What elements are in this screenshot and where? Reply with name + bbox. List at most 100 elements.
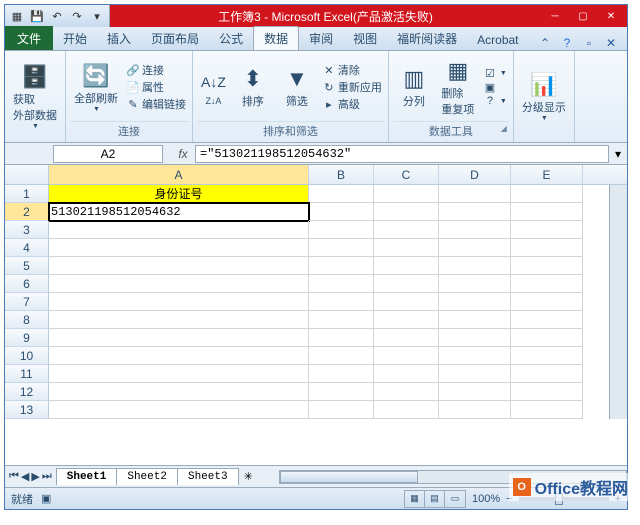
cell[interactable]: [374, 311, 439, 329]
cell[interactable]: [511, 401, 583, 419]
cell[interactable]: [374, 383, 439, 401]
row-header[interactable]: 3: [5, 221, 49, 239]
normal-view-button[interactable]: ▦: [405, 491, 425, 507]
row-header[interactable]: 7: [5, 293, 49, 311]
cell[interactable]: [439, 275, 511, 293]
fx-button[interactable]: fx: [171, 147, 195, 161]
advanced-button[interactable]: ▸高级: [320, 96, 384, 112]
cell[interactable]: [439, 185, 511, 203]
sort-az-button[interactable]: A↓Z Z↓A: [197, 66, 230, 108]
remove-duplicates-button[interactable]: ▦ 删除 重复项: [437, 55, 479, 119]
row-header[interactable]: 12: [5, 383, 49, 401]
tab-view[interactable]: 视图: [343, 27, 387, 50]
cell[interactable]: [309, 293, 374, 311]
minimize-ribbon-icon[interactable]: ⌃: [537, 36, 553, 50]
cell[interactable]: [439, 203, 511, 221]
row-header[interactable]: 9: [5, 329, 49, 347]
sort-button[interactable]: ⬍ 排序: [232, 63, 274, 111]
tab-insert[interactable]: 插入: [97, 27, 141, 50]
cell[interactable]: [511, 221, 583, 239]
reapply-button[interactable]: ↻重新应用: [320, 79, 384, 95]
cell[interactable]: [309, 239, 374, 257]
cell[interactable]: [511, 383, 583, 401]
cell[interactable]: [49, 257, 309, 275]
cell[interactable]: [439, 365, 511, 383]
cell[interactable]: [309, 401, 374, 419]
cell[interactable]: [49, 275, 309, 293]
launcher-icon[interactable]: ◢: [501, 124, 507, 133]
cell[interactable]: [309, 203, 374, 221]
select-all-corner[interactable]: [5, 165, 49, 184]
macro-record-icon[interactable]: ▣: [41, 492, 51, 505]
tab-acrobat[interactable]: Acrobat: [467, 30, 528, 50]
close-workbook-icon[interactable]: ✕: [603, 36, 619, 50]
cell[interactable]: 身份证号: [49, 185, 309, 203]
row-header[interactable]: 2: [5, 203, 49, 221]
formula-input[interactable]: ="513021198512054632": [195, 145, 609, 163]
cell[interactable]: [374, 185, 439, 203]
cell[interactable]: [439, 293, 511, 311]
next-sheet-icon[interactable]: ▶: [31, 470, 39, 483]
qat-dropdown-icon[interactable]: ▾: [89, 8, 105, 24]
cell[interactable]: [439, 239, 511, 257]
cell[interactable]: [439, 221, 511, 239]
row-header[interactable]: 1: [5, 185, 49, 203]
tab-formulas[interactable]: 公式: [209, 27, 253, 50]
new-sheet-icon[interactable]: ✳: [238, 470, 259, 483]
cell[interactable]: [511, 365, 583, 383]
save-icon[interactable]: 💾: [29, 8, 45, 24]
cell[interactable]: [511, 185, 583, 203]
cell[interactable]: [309, 329, 374, 347]
cell[interactable]: [511, 203, 583, 221]
close-button[interactable]: ✕: [597, 6, 625, 26]
cell[interactable]: [49, 293, 309, 311]
cell[interactable]: [511, 257, 583, 275]
cell[interactable]: [511, 311, 583, 329]
row-header[interactable]: 5: [5, 257, 49, 275]
whatif-button[interactable]: ?▼: [481, 95, 509, 107]
data-validation-button[interactable]: ☑▼: [481, 67, 509, 80]
cell[interactable]: [439, 383, 511, 401]
get-external-data-button[interactable]: 🗄️ 获取 外部数据 ▼: [9, 61, 61, 132]
help-icon[interactable]: ?: [559, 36, 575, 50]
cell[interactable]: [374, 203, 439, 221]
edit-links-button[interactable]: ✎编辑链接: [124, 96, 188, 112]
sheet-tab[interactable]: Sheet3: [177, 468, 239, 485]
cell[interactable]: [49, 401, 309, 419]
page-layout-button[interactable]: ▤: [425, 491, 445, 507]
cell[interactable]: [511, 239, 583, 257]
consolidate-button[interactable]: ▣: [481, 81, 509, 94]
connections-button[interactable]: 🔗连接: [124, 62, 188, 78]
row-header[interactable]: 11: [5, 365, 49, 383]
cell[interactable]: [374, 257, 439, 275]
clear-filter-button[interactable]: ✕清除: [320, 62, 384, 78]
row-header[interactable]: 6: [5, 275, 49, 293]
column-header[interactable]: E: [511, 165, 583, 184]
cell[interactable]: [511, 275, 583, 293]
cell[interactable]: [309, 311, 374, 329]
column-header[interactable]: B: [309, 165, 374, 184]
column-header[interactable]: D: [439, 165, 511, 184]
row-header[interactable]: 13: [5, 401, 49, 419]
sheet-tab[interactable]: Sheet1: [56, 468, 118, 485]
tab-foxit[interactable]: 福昕阅读器: [387, 27, 467, 50]
cell[interactable]: 513021198512054632: [49, 203, 309, 221]
name-box[interactable]: A2: [53, 145, 163, 163]
filter-button[interactable]: ▼ 筛选: [276, 63, 318, 111]
tab-home[interactable]: 开始: [53, 27, 97, 50]
minimize-button[interactable]: ─: [541, 6, 569, 26]
cell[interactable]: [309, 383, 374, 401]
cell[interactable]: [374, 329, 439, 347]
column-header[interactable]: C: [374, 165, 439, 184]
cell[interactable]: [374, 365, 439, 383]
cell[interactable]: [49, 311, 309, 329]
row-header[interactable]: 8: [5, 311, 49, 329]
page-break-button[interactable]: ▭: [445, 491, 465, 507]
prev-sheet-icon[interactable]: ◀: [21, 470, 29, 483]
cell[interactable]: [374, 401, 439, 419]
sheet-tab[interactable]: Sheet2: [116, 468, 178, 485]
vertical-scrollbar[interactable]: [609, 185, 627, 419]
row-header[interactable]: 4: [5, 239, 49, 257]
file-tab[interactable]: 文件: [5, 26, 53, 50]
tab-review[interactable]: 审阅: [299, 27, 343, 50]
